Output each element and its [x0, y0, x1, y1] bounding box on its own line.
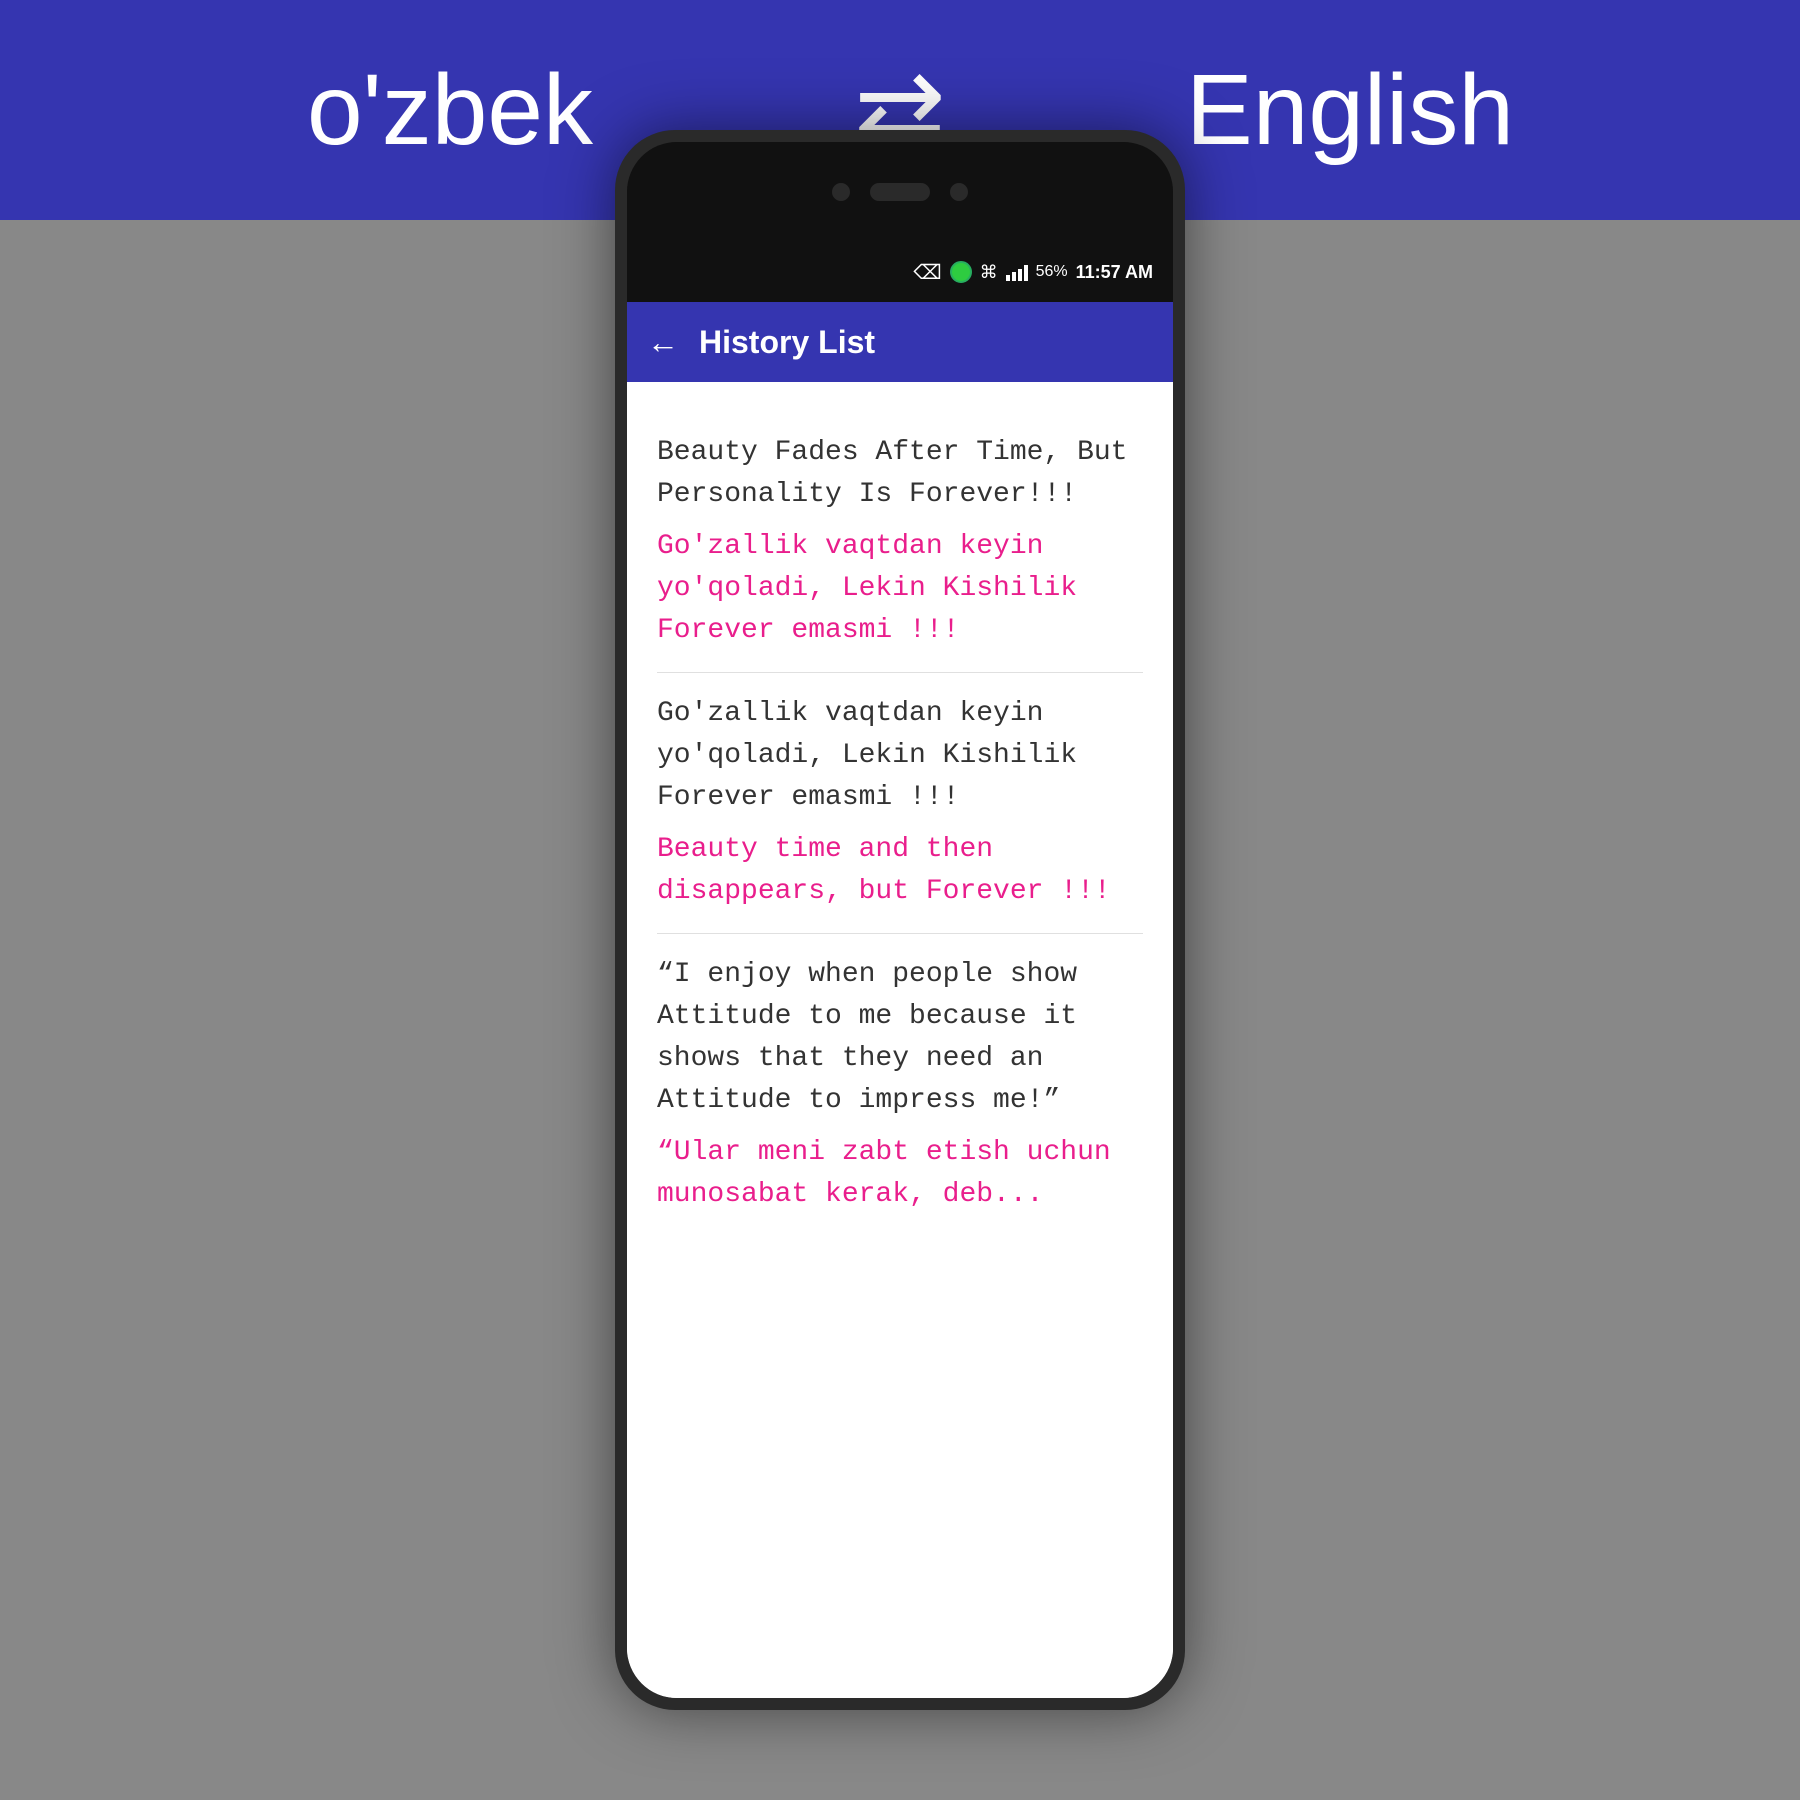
content-area: Beauty Fades After Time, But Personality…: [627, 382, 1173, 1698]
phone-device: ⌫ ⌘ 56% 11:57 AM ← History List: [615, 130, 1185, 1710]
camera-dot: [832, 183, 850, 201]
status-icons: ⌫ ⌘ 56% 11:57 AM: [913, 260, 1153, 285]
source-text: Go'zallik vaqtdan keyin yo'qoladi, Lekin…: [657, 693, 1143, 819]
time-display: 11:57 AM: [1076, 262, 1153, 283]
signal-bar-2: [1012, 272, 1016, 281]
source-text: Beauty Fades After Time, But Personality…: [657, 432, 1143, 516]
translated-text: Go'zallik vaqtdan keyin yo'qoladi, Lekin…: [657, 526, 1143, 652]
usb-icon: ⌫: [913, 260, 941, 285]
sensor-dot: [950, 183, 968, 201]
speaker: [870, 183, 930, 201]
wifi-icon: ⌘: [980, 262, 998, 283]
signal-bar-3: [1018, 269, 1022, 281]
signal-bars: [1006, 263, 1028, 281]
phone-inner: ⌫ ⌘ 56% 11:57 AM ← History List: [627, 142, 1173, 1698]
source-text: “I enjoy when people show Attitude to me…: [657, 954, 1143, 1122]
app-header: ← History List: [627, 302, 1173, 382]
phone-top-bar: [627, 142, 1173, 242]
green-indicator: [950, 261, 972, 283]
list-item[interactable]: Beauty Fades After Time, But Personality…: [657, 412, 1143, 673]
list-item[interactable]: Go'zallik vaqtdan keyin yo'qoladi, Lekin…: [657, 673, 1143, 934]
translated-text: “Ular meni zabt etish uchun munosabat ke…: [657, 1132, 1143, 1216]
phone-screen: ⌫ ⌘ 56% 11:57 AM ← History List: [627, 242, 1173, 1698]
status-bar: ⌫ ⌘ 56% 11:57 AM: [627, 242, 1173, 302]
signal-bar-4: [1024, 265, 1028, 281]
battery-percentage: 56%: [1036, 263, 1068, 281]
list-item[interactable]: “I enjoy when people show Attitude to me…: [657, 934, 1143, 1236]
header-title: History List: [699, 324, 875, 361]
back-button[interactable]: ←: [647, 324, 679, 361]
translated-text: Beauty time and then disappears, but For…: [657, 829, 1143, 913]
signal-bar-1: [1006, 275, 1010, 281]
